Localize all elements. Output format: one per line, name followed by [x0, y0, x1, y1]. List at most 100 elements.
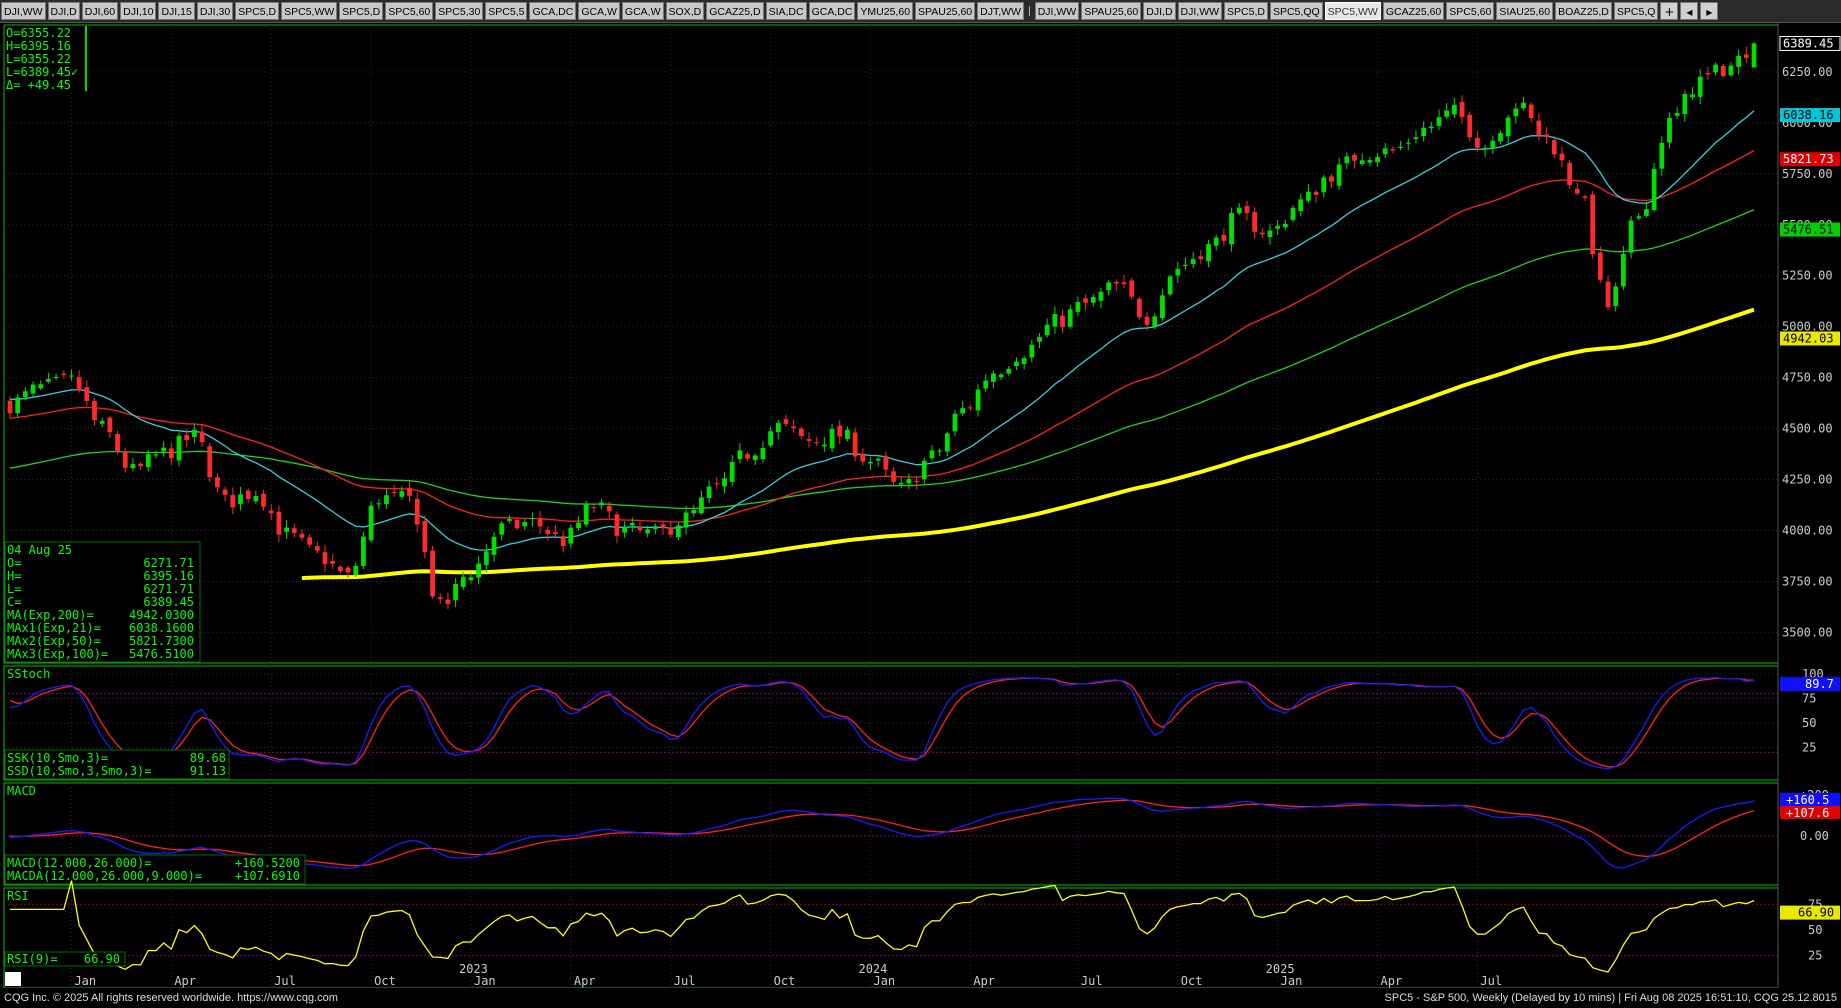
scroll-tabs-right-button[interactable]: ▸ [1700, 2, 1719, 20]
tab-gca-w[interactable]: GCA,W [621, 2, 664, 20]
candle-body [138, 463, 143, 467]
candle-body [299, 533, 305, 538]
candle-body [1275, 225, 1281, 229]
chart-area[interactable]: 6250.006000.005750.005500.005250.005000.… [0, 23, 1841, 988]
tab-dji-d[interactable]: DJI,D [1143, 2, 1176, 20]
candle-body [868, 461, 873, 464]
candle-body [1513, 108, 1519, 117]
tab-sia-dc[interactable]: SIA,DC [765, 2, 807, 20]
stoch-info-label: SSD(10,Smo,3,Smo,3)= [7, 764, 152, 778]
candle-body [1136, 298, 1142, 318]
candle-body [906, 478, 912, 484]
tab-sox-d[interactable]: SOX,D [665, 2, 705, 20]
x-axis-year: 2024 [858, 962, 887, 976]
tab-gca-dc[interactable]: GCA,DC [808, 2, 856, 20]
tab-siau25-60[interactable]: SIAU25,60 [1496, 2, 1554, 20]
add-tab-button[interactable]: + [1660, 2, 1679, 20]
candle-body [46, 379, 51, 382]
candle-body [1644, 209, 1649, 216]
x-axis-month: Oct [774, 974, 796, 988]
tab-dji-15[interactable]: DJI,15 [158, 2, 195, 20]
candle-body [1674, 113, 1680, 116]
tab-spc5-ww[interactable]: SPC5,WW [1324, 2, 1381, 20]
tab-spc5-5[interactable]: SPC5,5 [485, 2, 528, 20]
tab-dji-30[interactable]: DJI,30 [196, 2, 234, 20]
candle-body [1728, 65, 1734, 76]
tab-gcaz25-60[interactable]: GCAZ25,60 [1382, 2, 1445, 20]
tab-dji-60[interactable]: DJI,60 [81, 2, 119, 20]
price-axis-tick: 5250.00 [1782, 269, 1833, 283]
tab-spc5-d[interactable]: SPC5,D [235, 2, 280, 20]
tab-spc5-60[interactable]: SPC5,60 [385, 2, 434, 20]
tab-spc5-d[interactable]: SPC5,D [339, 2, 384, 20]
candle-body [1006, 368, 1012, 374]
candle-body [560, 536, 566, 547]
candle-body [660, 524, 666, 529]
tab-spc5-qq[interactable]: SPC5,QQ [1269, 2, 1323, 20]
scroll-tabs-left-button[interactable]: ◂ [1680, 2, 1699, 20]
candle-body [752, 455, 758, 461]
candle-body [821, 444, 827, 447]
candle-body [345, 567, 351, 573]
candle-body [284, 527, 289, 532]
candle-body [445, 599, 451, 605]
tab-dji-d[interactable]: DJI,D [47, 2, 80, 20]
candle-body [491, 536, 497, 555]
tab-spau25-60[interactable]: SPAU25,60 [1081, 2, 1142, 20]
candle-body [1405, 142, 1411, 144]
candle-body [22, 391, 28, 398]
candle-body [168, 448, 174, 459]
candle-body [537, 518, 543, 527]
tab-dji-ww[interactable]: DJI,WW [1, 2, 46, 20]
tab-ymu25-60[interactable]: YMU25,60 [857, 2, 914, 20]
candle-body [353, 565, 359, 576]
tab-spc5-q[interactable]: SPC5,Q [1613, 2, 1659, 20]
tab-spc5-60[interactable]: SPC5,60 [1446, 2, 1495, 20]
candle-body [975, 389, 981, 411]
candle-body [222, 489, 228, 495]
tab-spc5-30[interactable]: SPC5,30 [435, 2, 484, 20]
stoch-axis-tick: 75 [1802, 692, 1816, 706]
candle-body [337, 566, 343, 572]
tab-spc5-ww[interactable]: SPC5,WW [281, 2, 338, 20]
tab-spau25-60[interactable]: SPAU25,60 [915, 2, 976, 20]
candle-body [1244, 206, 1250, 213]
candle-body [1459, 101, 1465, 117]
candle-body [937, 450, 943, 452]
candle-body [1590, 194, 1596, 255]
candle-body [184, 435, 190, 441]
candle-body [1075, 302, 1081, 312]
candle-body [967, 407, 973, 409]
candle-body [1421, 127, 1427, 137]
candle-body [1467, 114, 1473, 138]
price-axis-tick: 4750.00 [1782, 371, 1833, 385]
tab-dji-ww[interactable]: DJI,WW [1177, 2, 1223, 20]
tab-spc5-d[interactable]: SPC5,D [1224, 2, 1268, 20]
candle-body [1482, 147, 1488, 150]
candle-body [1390, 149, 1396, 151]
candle-body [1551, 140, 1557, 155]
tab-boaz25-d[interactable]: BOAZ25,D [1555, 2, 1612, 20]
tab-djt-ww[interactable]: DJT,WW [977, 2, 1024, 20]
tab-gca-w[interactable]: GCA,W [578, 2, 620, 20]
candle-body [944, 433, 950, 452]
candle-body [637, 526, 643, 531]
candle-body [1359, 160, 1365, 165]
tab-gcaz25-d[interactable]: GCAZ25,D [706, 2, 764, 20]
candle-body [1313, 191, 1319, 195]
candle-body [1528, 104, 1534, 119]
x-axis-month: Jan [474, 974, 496, 988]
tab-gca-dc[interactable]: GCA,DC [529, 2, 577, 20]
candle-body [706, 486, 712, 499]
candle-body [238, 494, 243, 504]
candle-body [176, 435, 182, 461]
candle-body [699, 497, 704, 514]
price-axis-tick: 4000.00 [1782, 524, 1833, 538]
candle-body [1175, 268, 1181, 276]
candle-body [1736, 55, 1742, 67]
info-value: 6395.16 [143, 569, 194, 583]
ohlc-line: O=6355.22 [6, 26, 71, 40]
tab-dji-ww[interactable]: DJI,WW [1034, 2, 1080, 20]
tab-dji-10[interactable]: DJI,10 [120, 2, 157, 20]
candle-body [1574, 188, 1580, 194]
